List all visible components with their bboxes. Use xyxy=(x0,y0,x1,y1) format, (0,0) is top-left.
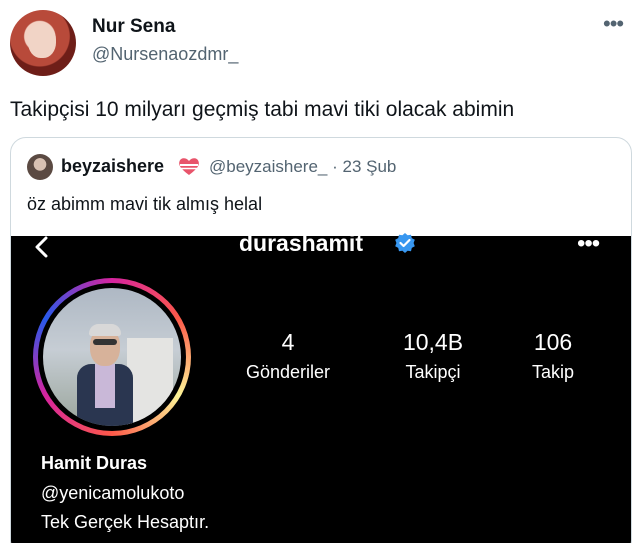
stat-posts-label: Gönderiler xyxy=(245,362,331,382)
instagram-profile-picture xyxy=(43,288,181,426)
avatar-face xyxy=(28,24,56,58)
verified-badge-icon xyxy=(395,233,415,253)
tweet-text: Takipçisi 10 milyarı geçmiş tabi mavi ti… xyxy=(10,98,515,121)
instagram-full-name: Hamit Duras xyxy=(41,453,148,473)
tweet: Nur Sena @Nursenaozdmr_ ••• Takipçisi 10… xyxy=(0,0,635,543)
person-shirt xyxy=(95,364,115,408)
author-name[interactable]: Nur Sena xyxy=(92,16,175,38)
stat-posts-value: 4 xyxy=(281,329,295,355)
stat-followers-label: Takipçi xyxy=(405,362,461,382)
stat-followers: 10,4B Takipçi xyxy=(373,329,493,383)
quote-text: öz abimm mavi tik almış helal xyxy=(27,194,263,214)
instagram-link: @yenicamolukoto xyxy=(41,483,185,503)
stat-following-label: Takip xyxy=(531,362,575,382)
quote-author-avatar[interactable] xyxy=(27,154,53,180)
stat-following: 106 Takip xyxy=(501,329,605,383)
stat-following-value: 106 xyxy=(533,329,573,355)
story-ring xyxy=(33,278,191,436)
author-handle[interactable]: @Nursenaozdmr_ xyxy=(92,44,238,65)
quoted-tweet[interactable]: beyzaishere @beyzaishere_ · 23 Şub öz ab… xyxy=(10,137,632,543)
author-avatar[interactable] xyxy=(10,10,76,76)
person-glasses xyxy=(93,339,117,345)
heart-with-ribbon-icon xyxy=(179,158,199,175)
stat-followers-value: 10,4B xyxy=(402,329,464,355)
background-building xyxy=(127,338,173,426)
instagram-bio: Tek Gerçek Hesaptır. xyxy=(41,512,210,532)
more-horizontal-icon[interactable]: ••• xyxy=(603,13,624,35)
instagram-username: durashamit xyxy=(239,230,363,256)
instagram-more-icon: ••• xyxy=(577,230,600,257)
instagram-profile-screenshot: durashamit ••• 4 Gönderiler 10,4B Takipç… xyxy=(11,230,631,543)
back-arrow-icon xyxy=(35,236,48,258)
stat-posts: 4 Gönderiler xyxy=(221,329,355,383)
quote-author-handle-date[interactable]: @beyzaishere_ · 23 Şub xyxy=(209,157,396,177)
quote-author-name[interactable]: beyzaishere xyxy=(61,156,164,177)
person-hair xyxy=(89,324,121,336)
